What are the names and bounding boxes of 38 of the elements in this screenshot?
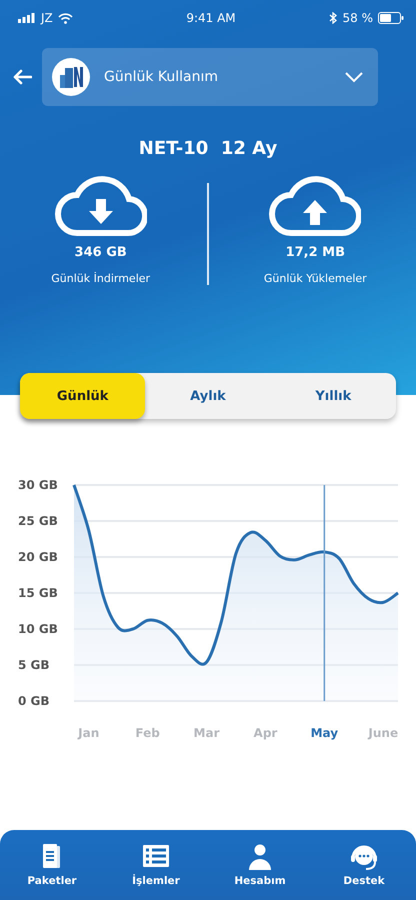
stat-label: Günlük Yüklemeler xyxy=(264,272,367,285)
y-axis-label: 10 GB xyxy=(18,622,58,636)
y-axis-label: 0 GB xyxy=(18,694,50,708)
y-axis-label: 25 GB xyxy=(18,514,58,528)
y-axis-label: 5 GB xyxy=(18,658,50,672)
status-time: 9:41 AM xyxy=(186,11,236,25)
bluetooth-icon xyxy=(329,12,338,24)
package-title: NET-10 12 Ay xyxy=(138,138,278,159)
y-axis-label: 30 GB xyxy=(18,478,58,492)
carrier-name: JZ xyxy=(41,11,53,25)
period-tab[interactable]: Günlük xyxy=(20,373,146,419)
stat-value: 346 GB xyxy=(74,245,127,260)
signal-icon xyxy=(18,13,36,23)
stat-value: 17,2 MB xyxy=(286,245,346,260)
battery-icon xyxy=(378,12,404,24)
cloud-download-icon xyxy=(54,175,147,237)
nav-tab[interactable]: Paketler xyxy=(7,842,97,888)
nav-tab[interactable]: Destek xyxy=(319,842,409,888)
cloud-upload-icon xyxy=(269,175,362,237)
y-axis-label: 20 GB xyxy=(18,550,58,564)
period-tab[interactable]: Aylık xyxy=(145,373,271,419)
usage-dropdown[interactable]: Günlük Kullanım xyxy=(42,48,378,106)
y-axis-label: 15 GB xyxy=(18,586,58,600)
period-tab[interactable]: Yıllık xyxy=(270,373,396,419)
month-label: Apr xyxy=(254,726,278,740)
nav-tab[interactable]: Hesabım xyxy=(215,842,305,888)
headset-chat-icon xyxy=(349,844,379,872)
nav-tab[interactable]: İşlemler xyxy=(111,842,201,888)
building-logo-icon xyxy=(52,58,90,96)
month-label: June xyxy=(368,726,398,740)
month-label: May xyxy=(310,726,338,740)
chevron-down-icon xyxy=(344,71,364,83)
month-label: Jan xyxy=(78,726,100,740)
wifi-icon xyxy=(58,12,73,24)
battery-percent: 58 % xyxy=(342,11,373,25)
month-label: Feb xyxy=(135,726,160,740)
stat-label: Günlük İndirmeler xyxy=(51,272,150,285)
month-label: Mar xyxy=(194,726,220,740)
